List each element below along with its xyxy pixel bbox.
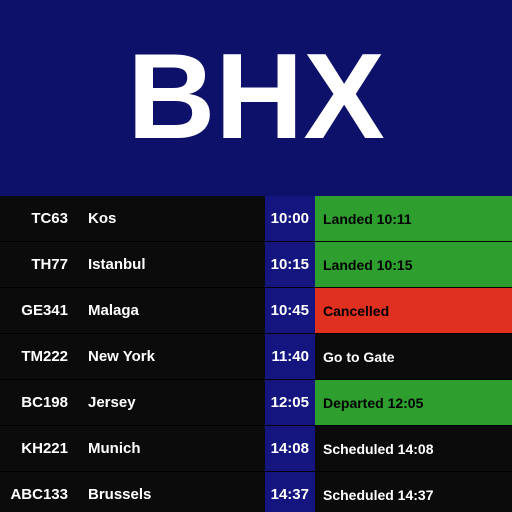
- flight-information-board: BHX TC63 Kos 10:00 Landed 10:11 TH77 Istanbul…: [0, 0, 512, 512]
- flight-number: TH77: [31, 256, 68, 273]
- flight-scheduled-time: 10:15: [265, 242, 315, 287]
- flight-scheduled-time: 14:08: [265, 426, 315, 471]
- flight-destination: Brussels: [88, 486, 152, 503]
- flight-scheduled-time: 12:05: [265, 380, 315, 425]
- flight-number: TC63: [31, 210, 68, 227]
- flight-row: ABC133 Brussels 14:37 Scheduled 14:37: [0, 472, 512, 512]
- flight-number: KH221: [21, 440, 68, 457]
- flight-status: Landed 10:11: [315, 196, 512, 241]
- flight-destination: Kos: [88, 210, 117, 227]
- flight-destination: Munich: [88, 440, 141, 457]
- flight-number: GE341: [21, 302, 68, 319]
- flight-scheduled-time: 14:37: [265, 472, 315, 512]
- flight-status: Departed 12:05: [315, 380, 512, 425]
- flight-status: Landed 10:15: [315, 242, 512, 287]
- flight-row: TM222 New York 11:40 Go to Gate: [0, 334, 512, 380]
- flight-row: TH77 Istanbul 10:15 Landed 10:15: [0, 242, 512, 288]
- flight-destination: Jersey: [88, 394, 136, 411]
- flight-row: BC198 Jersey 12:05 Departed 12:05: [0, 380, 512, 426]
- flight-scheduled-time: 11:40: [265, 334, 315, 379]
- flight-row: KH221 Munich 14:08 Scheduled 14:08: [0, 426, 512, 472]
- flight-number: ABC133: [10, 486, 68, 503]
- flight-list: TC63 Kos 10:00 Landed 10:11 TH77 Istanbul 10:1…: [0, 196, 512, 512]
- flight-scheduled-time: 10:00: [265, 196, 315, 241]
- flight-number: BC198: [21, 394, 68, 411]
- flight-scheduled-time: 10:45: [265, 288, 315, 333]
- flight-number: TM222: [21, 348, 68, 365]
- flight-row: TC63 Kos 10:00 Landed 10:11: [0, 196, 512, 242]
- flight-destination: Istanbul: [88, 256, 146, 273]
- airport-code-title: BHX: [127, 28, 385, 164]
- flight-status: Scheduled 14:37: [315, 472, 512, 512]
- flight-status: Go to Gate: [315, 334, 512, 379]
- board-header: BHX: [0, 0, 512, 196]
- flight-destination: New York: [88, 348, 155, 365]
- flight-row: GE341 Malaga 10:45 Cancelled: [0, 288, 512, 334]
- flight-status: Scheduled 14:08: [315, 426, 512, 471]
- flight-destination: Malaga: [88, 302, 139, 319]
- flight-status: Cancelled: [315, 288, 512, 333]
